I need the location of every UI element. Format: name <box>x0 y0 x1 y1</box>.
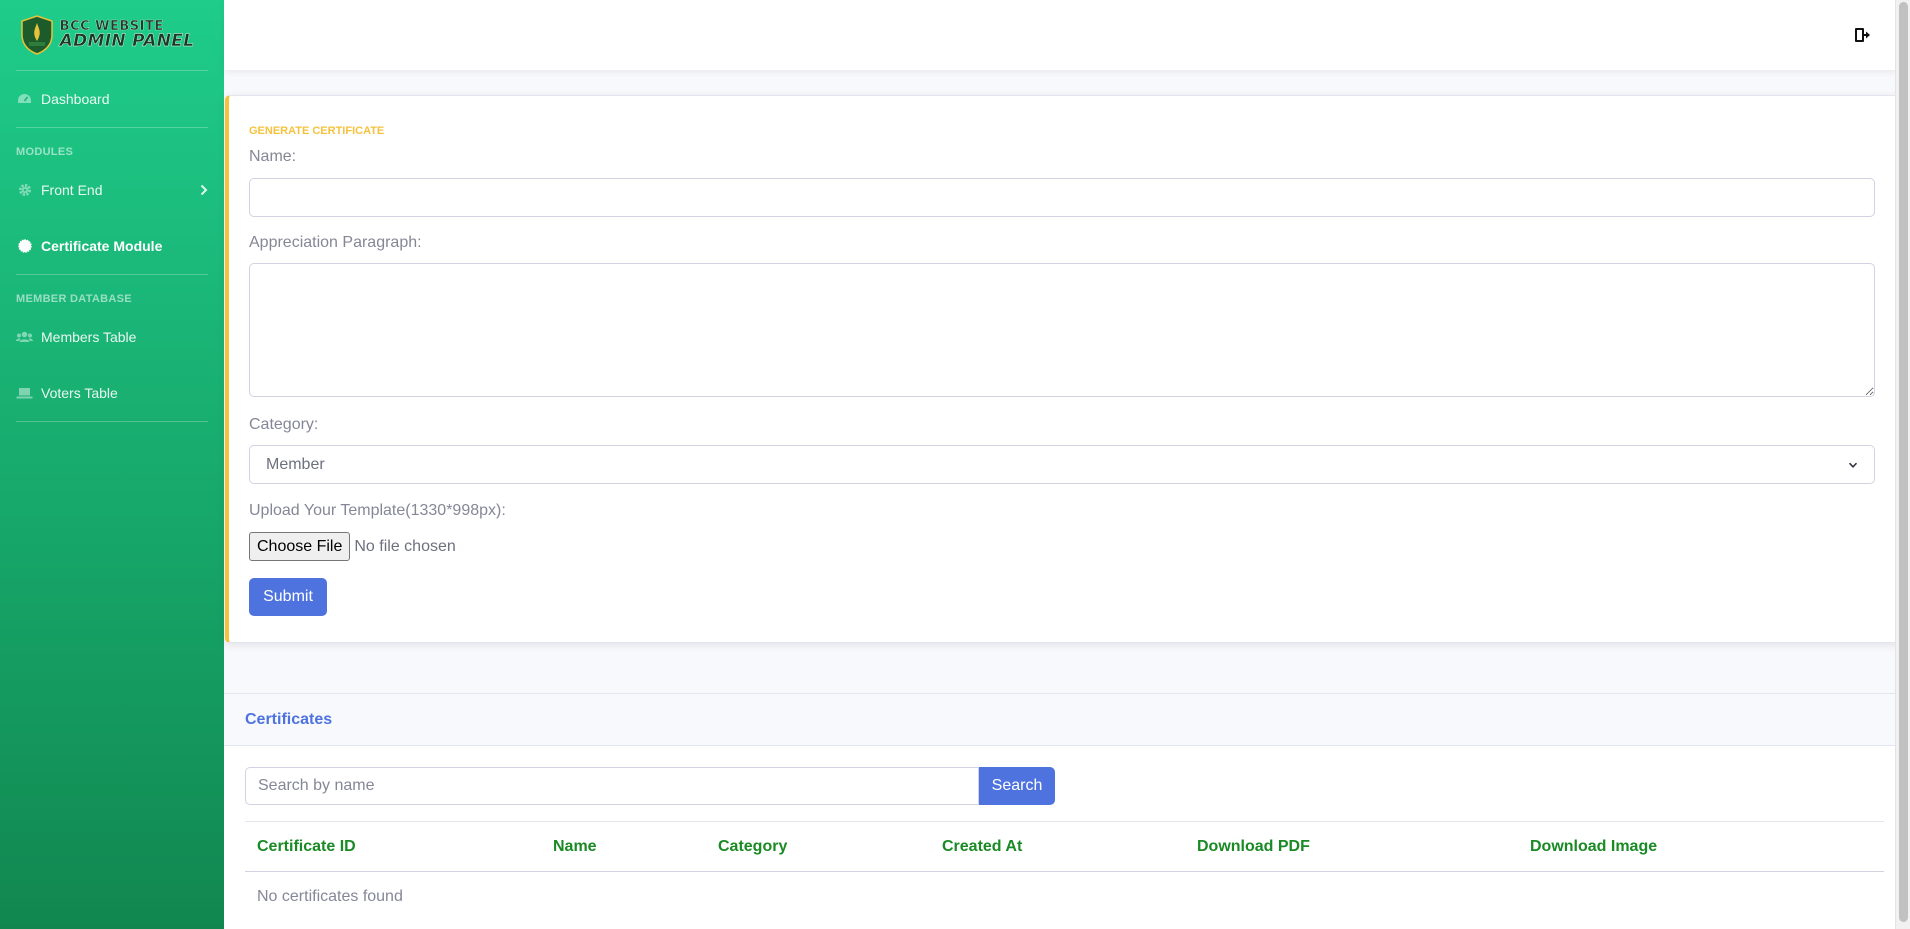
sidebar-item-members-table[interactable]: Members Table <box>0 309 224 365</box>
sidebar-item-front-end[interactable]: Front End <box>0 162 224 218</box>
certificates-title: Certificates <box>245 710 333 728</box>
scrollbar-thumb[interactable] <box>1899 2 1908 922</box>
shield-logo-icon <box>20 15 53 55</box>
search-button[interactable]: Search <box>979 767 1055 805</box>
certificates-card: Certificates Search by name Search Certi… <box>224 693 1895 929</box>
sign-out-icon[interactable] <box>1854 26 1872 44</box>
sidebar-heading-modules: MODULES <box>16 146 74 158</box>
column-header-category: Category <box>718 837 788 855</box>
file-input[interactable]: Choose File No file chosen <box>249 532 456 561</box>
sidebar-item-label: Certificate Module <box>41 238 163 254</box>
choose-file-button[interactable]: Choose File <box>249 532 351 561</box>
brand-text: BCC WEBSITE ADMIN PANEL <box>59 20 195 51</box>
certificates-table: Certificate ID Name Category Created At … <box>245 821 1884 922</box>
sidebar-item-voters-table[interactable]: Voters Table <box>0 365 224 421</box>
gear-icon <box>16 183 33 197</box>
page-scrollbar[interactable] <box>1895 0 1910 929</box>
card-title: GENERATE CERTIFICATE <box>249 125 385 137</box>
sidebar-item-dashboard[interactable]: Dashboard <box>0 71 224 127</box>
sidebar-item-label: Front End <box>41 182 103 198</box>
column-header-certificate-id: Certificate ID <box>257 837 356 855</box>
submit-button[interactable]: Submit <box>249 578 327 616</box>
tachometer-icon <box>16 92 33 106</box>
paragraph-label: Appreciation Paragraph: <box>249 234 422 251</box>
name-label: Name: <box>249 148 297 165</box>
laptop-icon <box>16 386 33 400</box>
category-selected-value: Member <box>266 455 325 473</box>
upload-label: Upload Your Template(1330*998px): <box>249 502 506 519</box>
generate-certificate-card: GENERATE CERTIFICATE Name: Appreciation … <box>225 95 1904 643</box>
search-placeholder: Search by name <box>258 777 375 794</box>
appreciation-paragraph-textarea[interactable] <box>249 263 1875 397</box>
brand-title: ADMIN PANEL <box>59 31 195 51</box>
sidebar-item-certificate-module[interactable]: Certificate Module <box>0 218 224 274</box>
search-group: Search by name Search <box>245 767 1055 805</box>
empty-message: No certificates found <box>257 888 403 905</box>
chevron-right-icon <box>200 184 208 196</box>
sidebar-item-label: Voters Table <box>41 385 118 401</box>
sidebar-heading-member-database: MEMBER DATABASE <box>16 293 132 305</box>
column-header-name: Name <box>553 837 597 855</box>
name-input[interactable] <box>249 178 1875 217</box>
category-select[interactable]: Member <box>249 445 1875 484</box>
users-icon <box>16 330 33 344</box>
category-label: Category: <box>249 416 319 433</box>
column-header-download-image: Download Image <box>1530 837 1658 855</box>
sidebar-divider <box>16 421 208 422</box>
certificate-icon <box>16 239 33 253</box>
brand[interactable]: BCC WEBSITE ADMIN PANEL <box>0 0 224 70</box>
certificates-header: Certificates <box>224 694 1895 746</box>
sidebar-item-label: Members Table <box>41 329 137 345</box>
table-header-row: Certificate ID Name Category Created At … <box>245 822 1884 872</box>
table-empty-row: No certificates found <box>245 872 1884 922</box>
chevron-down-icon <box>1848 462 1858 468</box>
sidebar: BCC WEBSITE ADMIN PANEL Dashboard MODULE… <box>0 0 224 929</box>
search-input[interactable]: Search by name <box>245 767 979 805</box>
file-status-text: No file chosen <box>354 537 456 555</box>
sidebar-item-label: Dashboard <box>41 91 110 107</box>
column-header-created-at: Created At <box>942 837 1023 855</box>
column-header-download-pdf: Download PDF <box>1197 837 1310 855</box>
topbar <box>224 0 1910 70</box>
